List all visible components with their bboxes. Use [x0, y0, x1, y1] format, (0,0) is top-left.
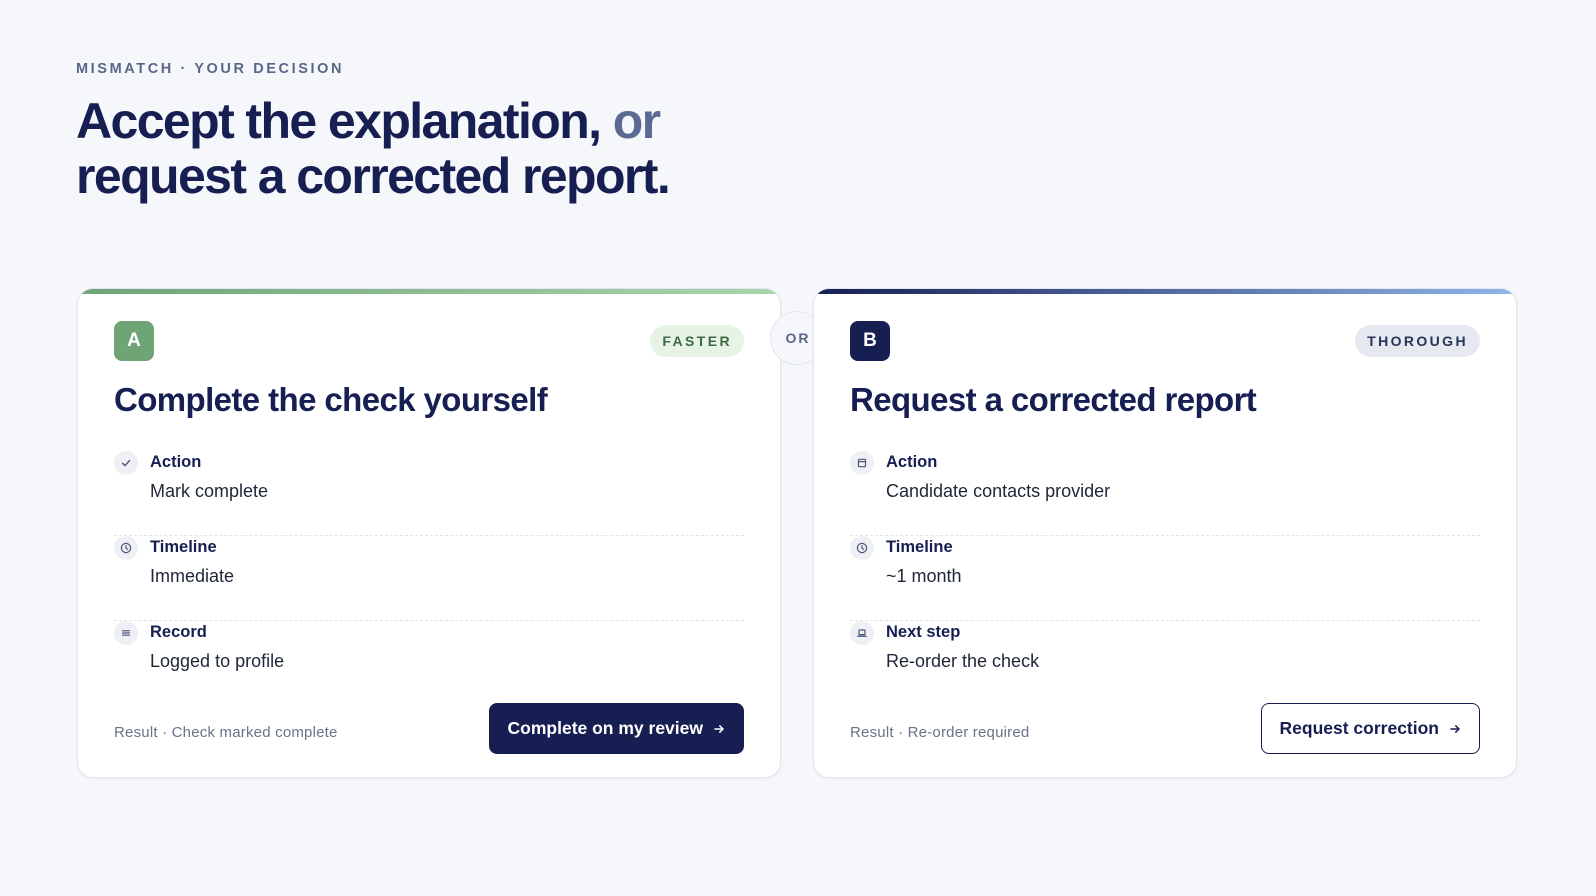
page-title: Accept the explanation, or request a cor…	[76, 93, 671, 204]
lines-icon	[114, 621, 138, 645]
option-b-result: Result · Re-order required	[850, 724, 1030, 741]
detail-label: Timeline	[150, 538, 217, 556]
option-a-details: Action Mark complete Timeline Immediate …	[114, 451, 744, 706]
button-label: Request correction	[1279, 718, 1439, 738]
button-label: Complete on my review	[507, 718, 703, 738]
option-a-result: Result · Check marked complete	[114, 724, 338, 741]
option-b-title: Request a corrected report	[850, 381, 1257, 418]
option-a-tag: FASTER	[650, 325, 744, 357]
detail-label: Record	[150, 623, 207, 641]
detail-row: Next step Re-order the check	[850, 621, 1480, 706]
option-a-letter-badge: A	[114, 321, 154, 361]
detail-label: Action	[886, 453, 938, 471]
detail-label: Action	[150, 453, 202, 471]
option-b-letter-badge: B	[850, 321, 890, 361]
check-icon	[114, 451, 138, 475]
detail-value: Mark complete	[150, 481, 269, 501]
option-a-title: Complete the check yourself	[114, 381, 548, 418]
option-b-card: B THOROUGH Request a corrected report Ac…	[813, 288, 1517, 778]
option-b-tag: THOROUGH	[1355, 325, 1480, 357]
title-part-1: Accept the explanation,	[76, 93, 602, 149]
detail-row: Timeline Immediate	[114, 536, 744, 621]
detail-row: Action Mark complete	[114, 451, 744, 536]
arrow-right-icon	[1449, 723, 1461, 735]
option-b-accent-bar	[814, 289, 1516, 294]
detail-row: Action Candidate contacts provider	[850, 451, 1480, 536]
clock-icon	[114, 536, 138, 560]
complete-on-review-button[interactable]: Complete on my review	[488, 703, 744, 754]
detail-value: ~1 month	[886, 566, 962, 586]
detail-label: Next step	[886, 623, 961, 641]
option-a-accent-bar	[78, 289, 780, 294]
detail-row: Record Logged to profile	[114, 621, 744, 706]
detail-value: Logged to profile	[150, 651, 285, 671]
detail-row: Timeline ~1 month	[850, 536, 1480, 621]
detail-value: Re-order the check	[886, 651, 1040, 671]
title-line-2: request a corrected report.	[76, 148, 671, 204]
arrow-right-icon	[713, 723, 725, 735]
detail-value: Candidate contacts provider	[886, 481, 1111, 501]
eyebrow-label: MISMATCH · YOUR DECISION	[76, 61, 345, 77]
title-muted: or	[612, 93, 661, 149]
detail-value: Immediate	[150, 566, 235, 586]
clock-icon	[850, 536, 874, 560]
detail-label: Timeline	[886, 538, 953, 556]
laptop-icon	[850, 621, 874, 645]
document-icon	[850, 451, 874, 475]
request-correction-button[interactable]: Request correction	[1260, 703, 1480, 754]
option-b-details: Action Candidate contacts provider Timel…	[850, 451, 1480, 706]
option-a-card: A FASTER Complete the check yourself Act…	[77, 288, 781, 778]
